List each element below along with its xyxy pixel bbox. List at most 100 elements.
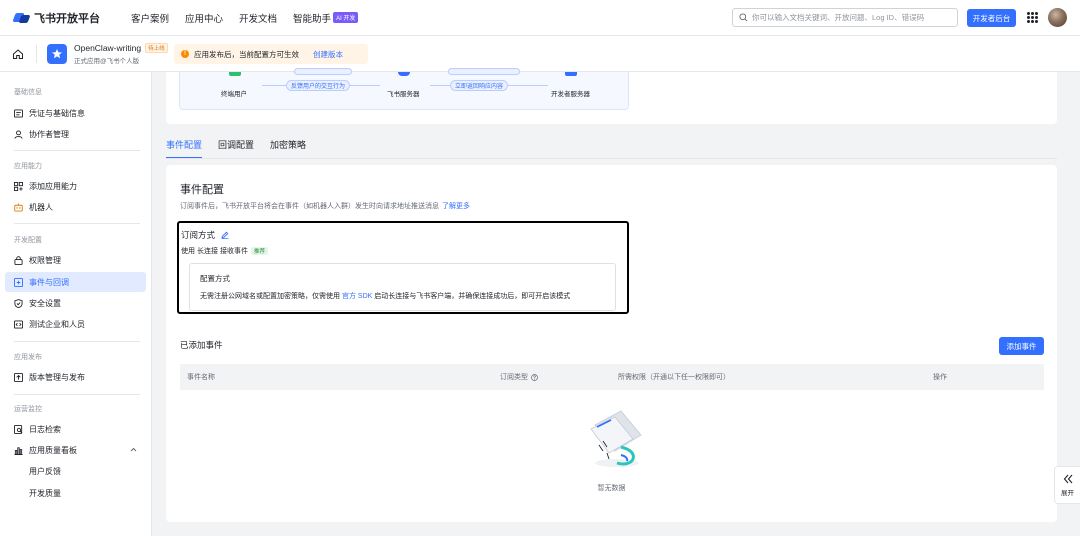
- search-icon: [739, 13, 748, 22]
- search-input[interactable]: [752, 13, 957, 22]
- tabs-underline: [166, 158, 1057, 159]
- event-config-card: 事件配置 订阅事件后，飞书开放平台将会在事件（如机器人入群）发生时向请求地址推送…: [166, 165, 1057, 522]
- expand-panel-button[interactable]: 展开: [1054, 466, 1080, 504]
- double-chevron-left-icon: [1063, 474, 1072, 483]
- official-sdk-link[interactable]: 官方 SDK: [342, 293, 372, 300]
- flow-diagram: 反馈用户的交互行为 立即返回响应内容 终端用户 飞书服务器 开发者服务器: [179, 68, 629, 110]
- user-icon: [14, 129, 23, 139]
- divider: [14, 150, 140, 151]
- top-navbar: 飞书开放平台 客户案例 应用中心 开发文档 智能助手 AI 开发 开发者后台: [0, 0, 1080, 36]
- flow-tag-feedback: 反馈用户的交互行为: [286, 80, 351, 91]
- app-subtitle: 正式应用@飞书个人版: [74, 57, 140, 65]
- sidebar-item-logs[interactable]: 日志检索: [5, 419, 146, 439]
- publish-notice: ! 应用发布后，当前配置方可生效 创建版本: [174, 44, 368, 64]
- sidebar-item-permissions[interactable]: 权限管理: [5, 250, 146, 270]
- chevron-up-icon[interactable]: [130, 447, 137, 452]
- code-icon: [14, 319, 23, 329]
- sidebar-item-feedback[interactable]: 用户反馈: [5, 461, 146, 481]
- edit-icon[interactable]: [221, 231, 229, 239]
- flow-diagram-card: 反馈用户的交互行为 立即返回响应内容 终端用户 飞书服务器 开发者服务器: [166, 68, 1057, 124]
- divider: [14, 394, 140, 395]
- sidebar-item-credentials[interactable]: 凭证与基础信息: [5, 103, 146, 123]
- sidebar-item-label: 日志检索: [29, 424, 61, 434]
- flow-tag-return: 立即返回响应内容: [450, 80, 509, 91]
- section-description: 订阅事件后，飞书开放平台将会在事件（如机器人入群）发生时向请求地址推送消息 了解更…: [180, 201, 470, 211]
- nav-links: 客户案例 应用中心 开发文档 智能助手 AI 开发: [131, 11, 374, 25]
- expand-label: 展开: [1061, 489, 1074, 497]
- sidebar-item-add-ability[interactable]: 添加应用能力: [5, 176, 146, 196]
- logo-text: 飞书开放平台: [34, 12, 100, 25]
- developer-console-button[interactable]: 开发者后台: [967, 9, 1016, 27]
- app-icon: [47, 43, 67, 64]
- events-table-header: 事件名称 订阅类型 所需权限（开通以下任一权限即可） 操作: [180, 364, 1044, 390]
- column-event-name: 事件名称: [187, 374, 215, 381]
- tab-event-config[interactable]: 事件配置: [166, 135, 203, 159]
- nav-link-cases[interactable]: 客户案例: [131, 11, 169, 25]
- column-actions: 操作: [933, 374, 947, 381]
- flow-tag-top-left: [294, 68, 352, 75]
- app-meta: OpenClaw-writing 待上线 正式应用@飞书个人版: [74, 42, 168, 65]
- sidebar-item-events[interactable]: 事件与回调: [5, 272, 146, 292]
- divider: [14, 341, 140, 342]
- help-icon[interactable]: [531, 373, 538, 381]
- add-ability-icon: [14, 181, 23, 191]
- add-event-button[interactable]: 添加事件: [999, 337, 1044, 355]
- bar-chart-icon: [14, 446, 23, 455]
- dev-server-icon: [565, 72, 577, 76]
- flow-label-dev-server: 开发者服务器: [551, 91, 590, 98]
- sidebar-item-label: 机器人: [29, 202, 53, 212]
- config-method-title: 配置方式: [200, 274, 230, 283]
- sidebar-item-dev-quality[interactable]: 开发质量: [5, 483, 146, 503]
- mode-suffix: 接收事件: [220, 248, 248, 255]
- config-tabs: 事件配置 回调配置 加密策略: [166, 135, 322, 159]
- home-icon[interactable]: [12, 48, 24, 60]
- config-text-pre: 无需注册公网域名或配置加密策略，仅需使用: [200, 293, 340, 300]
- mode-prefix: 使用: [181, 248, 195, 255]
- section-title: 事件配置: [180, 184, 224, 196]
- sidebar-item-security[interactable]: 安全设置: [5, 293, 146, 313]
- divider: [14, 223, 140, 224]
- notice-text: 应用发布后，当前配置方可生效: [194, 49, 299, 59]
- subscription-mode: 使用 长连接 接收事件 推荐: [181, 246, 269, 256]
- column-subscription-type: 订阅类型: [500, 372, 538, 382]
- sidebar-item-label: 安全设置: [29, 298, 61, 308]
- app-header: OpenClaw-writing 待上线 正式应用@飞书个人版 ! 应用发布后，…: [0, 36, 1080, 72]
- sidebar-item-versions[interactable]: 版本管理与发布: [5, 367, 146, 387]
- sidebar-item-quality[interactable]: 应用质量看板: [5, 440, 146, 460]
- subscription-method-title: 订阅方式: [181, 229, 229, 241]
- sidebar-item-bot[interactable]: 机器人: [5, 197, 146, 217]
- upload-icon: [14, 372, 23, 382]
- column-subscription-type-label: 订阅类型: [500, 374, 528, 381]
- column-required-permissions: 所需权限（开通以下任一权限即可）: [618, 374, 730, 381]
- event-icon: [14, 277, 23, 287]
- apps-grid-icon[interactable]: [1027, 12, 1038, 23]
- sidebar-item-collaborators[interactable]: 协作者管理: [5, 124, 146, 144]
- config-method-box: 配置方式 无需注册公网域名或配置加密策略，仅需使用 官方 SDK 启动长连接与飞…: [189, 263, 616, 311]
- sidebar-item-label: 测试企业和人员: [29, 319, 85, 329]
- search-box[interactable]: [732, 8, 958, 27]
- sidebar-group-basic: 基础信息: [14, 89, 42, 96]
- subscription-method-label: 订阅方式: [181, 230, 216, 240]
- divider: [36, 44, 37, 63]
- nav-link-docs[interactable]: 开发文档: [239, 11, 277, 25]
- tab-encryption[interactable]: 加密策略: [270, 135, 306, 159]
- added-events-title: 已添加事件: [180, 340, 223, 350]
- credential-icon: [14, 108, 23, 118]
- platform-logo[interactable]: 飞书开放平台: [12, 10, 104, 26]
- sidebar-item-label: 权限管理: [29, 255, 61, 265]
- sidebar-item-label: 应用质量看板: [29, 445, 77, 455]
- user-avatar[interactable]: [1048, 8, 1067, 27]
- flow-tag-top-right: [448, 68, 520, 75]
- app-name: OpenClaw-writing: [74, 42, 142, 53]
- sidebar-item-test-org[interactable]: 测试企业和人员: [5, 314, 146, 334]
- sidebar-item-label: 版本管理与发布: [29, 372, 85, 382]
- create-version-link[interactable]: 创建版本: [313, 49, 343, 60]
- sidebar-item-label: 事件与回调: [29, 277, 69, 287]
- nav-link-app-center[interactable]: 应用中心: [185, 11, 223, 25]
- tab-callback-config[interactable]: 回调配置: [218, 135, 254, 159]
- end-user-icon: [229, 72, 241, 76]
- flow-label-end-user: 终端用户: [221, 91, 247, 98]
- warning-icon: !: [181, 50, 189, 58]
- nav-link-assistant[interactable]: 智能助手 AI 开发: [293, 11, 359, 25]
- learn-more-link[interactable]: 了解更多: [442, 203, 470, 210]
